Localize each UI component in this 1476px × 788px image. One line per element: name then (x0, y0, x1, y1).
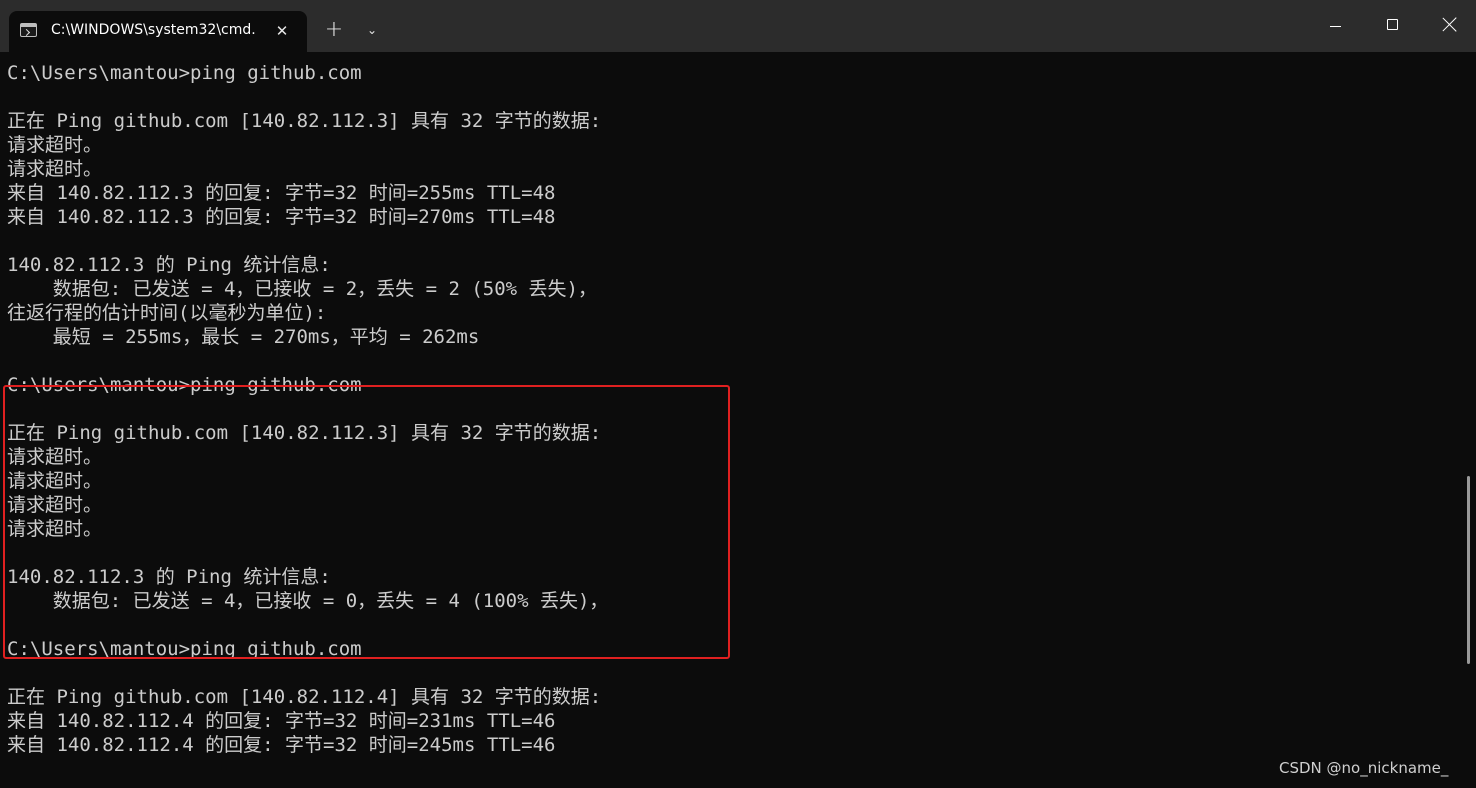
chevron-down-icon[interactable]: ⌄ (357, 15, 387, 45)
close-icon (1442, 16, 1458, 32)
console-line: 来自 140.82.112.4 的回复: 字节=32 时间=245ms TTL=… (7, 734, 556, 756)
tab-close-icon[interactable]: ✕ (271, 20, 293, 42)
terminal-icon (20, 23, 37, 37)
console-line: 140.82.112.3 的 Ping 统计信息: (7, 254, 331, 276)
maximize-icon (1387, 19, 1398, 30)
console-line: 来自 140.82.112.4 的回复: 字节=32 时间=231ms TTL=… (7, 710, 556, 732)
console-line: C:\Users\mantou>ping github.com (7, 62, 362, 84)
minimize-icon (1330, 26, 1341, 27)
console-line: 数据包: 已发送 = 4，已接收 = 2，丢失 = 2 (50% 丢失)， (7, 278, 597, 300)
console-line: 来自 140.82.112.3 的回复: 字节=32 时间=255ms TTL=… (7, 182, 556, 204)
scrollbar-thumb[interactable] (1467, 476, 1470, 664)
console-line: 最短 = 255ms，最长 = 270ms，平均 = 262ms (7, 326, 480, 348)
title-bar[interactable]: C:\WINDOWS\system32\cmd. ✕ + ⌄ (0, 0, 1476, 52)
new-tab-button[interactable]: + (319, 15, 349, 45)
close-button[interactable] (1421, 0, 1476, 52)
highlight-annotation-box (3, 385, 730, 659)
tab-cmd[interactable]: C:\WINDOWS\system32\cmd. ✕ (9, 11, 307, 52)
console-line: 正在 Ping github.com [140.82.112.3] 具有 32 … (7, 110, 602, 132)
terminal-window: C:\WINDOWS\system32\cmd. ✕ + ⌄ C:\Users\… (0, 0, 1476, 788)
watermark: CSDN @no_nickname_ (1279, 759, 1449, 777)
maximize-button[interactable] (1364, 0, 1422, 52)
console-line: 请求超时。 (7, 158, 103, 180)
minimize-button[interactable] (1306, 0, 1364, 52)
console-line: 正在 Ping github.com [140.82.112.4] 具有 32 … (7, 686, 602, 708)
console-line: 来自 140.82.112.3 的回复: 字节=32 时间=270ms TTL=… (7, 206, 556, 228)
tab-title: C:\WINDOWS\system32\cmd. (51, 22, 256, 38)
console-line: 往返行程的估计时间(以毫秒为单位): (7, 302, 327, 324)
console-line: 请求超时。 (7, 134, 103, 156)
